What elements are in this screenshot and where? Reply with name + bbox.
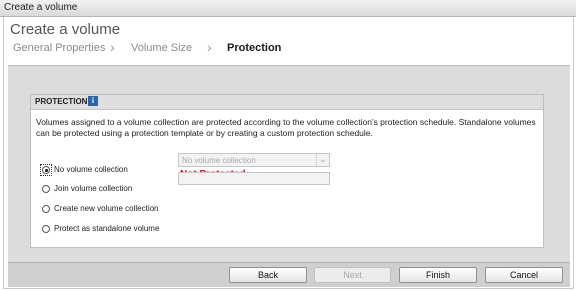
wizard-content: PROTECTION i Volumes assigned to a volum…	[8, 65, 570, 284]
step-general-properties[interactable]: General Properties	[13, 42, 105, 54]
cancel-button[interactable]: Cancel	[485, 267, 563, 283]
radio-protect-as-standalone[interactable]	[42, 225, 50, 233]
window-title: Create a volume	[4, 2, 78, 13]
info-icon[interactable]: i	[88, 96, 98, 106]
finish-button[interactable]: Finish	[399, 267, 477, 283]
panel-header: PROTECTION i	[31, 95, 543, 110]
volume-collection-select[interactable]: No volume collection ⌄	[178, 153, 330, 167]
option-label: Join volume collection	[54, 184, 133, 193]
option-label: Protect as standalone volume	[54, 224, 160, 233]
select-value: No volume collection	[182, 156, 256, 165]
panel-title: PROTECTION	[35, 97, 88, 106]
step-volume-size[interactable]: Volume Size	[131, 42, 192, 54]
wizard-footer: Back Next Finish Cancel	[8, 262, 570, 287]
next-button[interactable]: Next	[314, 267, 391, 283]
chevron-right-icon: ›	[110, 39, 115, 55]
radio-create-new-volume-collection[interactable]	[42, 205, 50, 213]
radio-join-volume-collection[interactable]	[42, 185, 50, 193]
new-collection-name-input[interactable]	[178, 172, 330, 185]
wizard-heading: Create a volume	[10, 21, 121, 38]
option-label: No volume collection	[54, 165, 128, 174]
chevron-right-icon: ›	[207, 39, 212, 55]
option-label: Create new volume collection	[54, 204, 159, 213]
step-protection: Protection	[227, 42, 282, 54]
window-titlebar: Create a volume	[0, 0, 576, 17]
protection-description: Volumes assigned to a volume collection …	[36, 117, 536, 138]
focus-ring	[40, 164, 52, 176]
protection-panel: PROTECTION i Volumes assigned to a volum…	[30, 94, 544, 248]
back-button[interactable]: Back	[229, 267, 307, 283]
chevron-down-icon[interactable]: ⌄	[316, 154, 329, 166]
